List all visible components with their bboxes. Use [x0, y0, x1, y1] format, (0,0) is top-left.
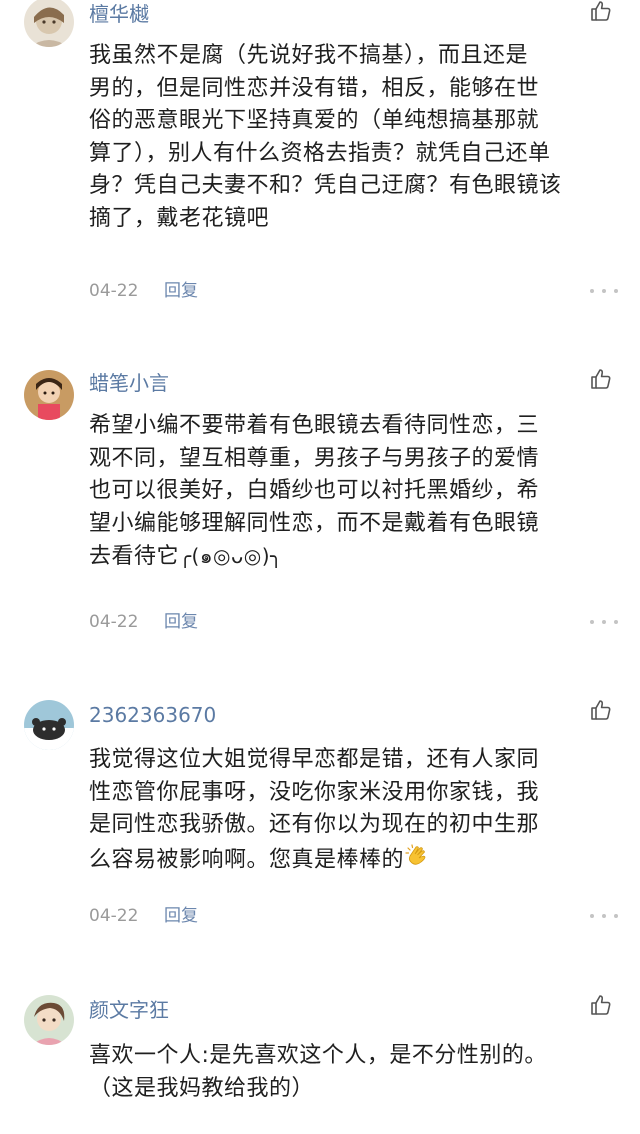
comment-text-line: 也可以很美好，白婚纱也可以衬托黑婚纱，希: [89, 478, 540, 503]
comment-item: 颜文字狂 喜欢一个人:是先喜欢这个人，是不分性别的。 （这是我妈教给我的）: [0, 985, 640, 1134]
comment-item: 蜡笔小言 希望小编不要带着有色眼镜去看待同性恋，三 观不同，望互相尊重，男孩子与…: [0, 360, 640, 660]
comment-text-line: 望小编能够理解同性恋，而不是戴着有色眼镜: [89, 510, 540, 536]
avatar[interactable]: [24, 995, 74, 1045]
username[interactable]: 颜文字狂: [89, 997, 169, 1023]
comment-text: 喜欢一个人:是先喜欢这个人，是不分性别的。 （这是我妈教给我的）: [89, 1040, 614, 1105]
reply-button[interactable]: 回复: [164, 905, 198, 927]
comment-text-line: （这是我妈教给我的）: [89, 1075, 315, 1101]
thumbs-up-icon: [589, 0, 613, 27]
comment-text-line: 么容易被影响啊。您真是棒棒的: [89, 842, 614, 879]
comment-text-segment: 去看待它: [89, 544, 180, 569]
comment-text: 我虽然不是腐（先说好我不搞基），而且还是 男的，但是同性恋并没有错，相反，能够在…: [89, 40, 614, 235]
more-icon[interactable]: [590, 909, 618, 923]
comment-list: 檀华樾 我虽然不是腐（先说好我不搞基），而且还是 男的，但是同性恋并没有错，相反…: [0, 0, 640, 1134]
comment-text-line: 算了），别人有什么资格去指责？就凭自己还单: [89, 140, 551, 166]
emoticon: ╭(๑◎ᴗ◎)╮: [179, 544, 283, 568]
comment-text-line: 性恋管你屁事呀，没吃你家米没用你家钱，我: [89, 779, 540, 805]
more-icon[interactable]: [590, 615, 618, 629]
username[interactable]: 蜡笔小言: [89, 370, 169, 396]
comment-text-line: 喜欢一个人:是先喜欢这个人，是不分性别的。: [89, 1043, 547, 1068]
comment-text-line: 摘了，戴老花镜吧: [89, 205, 270, 231]
comment-item: 2362363670 我觉得这位大姐觉得早恋都是错，还有人家同 性恋管你屁事呀，…: [0, 690, 640, 960]
comment-item: 檀华樾 我虽然不是腐（先说好我不搞基），而且还是 男的，但是同性恋并没有错，相反…: [0, 0, 640, 320]
comment-date: 04-22: [89, 906, 139, 926]
reply-button[interactable]: 回复: [164, 611, 198, 633]
comment-text-line: 去看待它╭(๑◎ᴗ◎)╮: [89, 540, 614, 574]
username[interactable]: 檀华樾: [89, 1, 149, 27]
clapping-hand-emoji: [404, 842, 430, 879]
comment-text-line: 我虽然不是腐（先说好我不搞基），而且还是: [89, 43, 529, 68]
username[interactable]: 2362363670: [89, 702, 216, 728]
thumbs-up-icon: [589, 367, 613, 395]
like-button[interactable]: [586, 0, 616, 28]
comment-text-line: 男的，但是同性恋并没有错，相反，能够在世: [89, 75, 540, 101]
comment-text-line: 观不同，望互相尊重，男孩子与男孩子的爱情: [89, 445, 540, 471]
comment-text-line: 身？凭自己夫妻不和？凭自己迂腐？有色眼镜该: [89, 173, 562, 198]
like-button[interactable]: [586, 366, 616, 396]
avatar[interactable]: [24, 0, 74, 47]
comment-date: 04-22: [89, 612, 139, 632]
comment-text-segment: 么容易被影响啊。您真是棒棒的: [89, 846, 405, 872]
comment-text: 希望小编不要带着有色眼镜去看待同性恋，三 观不同，望互相尊重，男孩子与男孩子的爱…: [89, 410, 614, 574]
comment-text-line: 希望小编不要带着有色眼镜去看待同性恋，三: [89, 413, 540, 438]
more-icon[interactable]: [590, 284, 618, 298]
like-button[interactable]: [586, 697, 616, 727]
comment-text-line: 俗的恶意眼光下坚持真爱的（单纯想搞基那就: [89, 108, 540, 133]
comment-date: 04-22: [89, 281, 139, 301]
thumbs-up-icon: [589, 698, 613, 726]
comment-text-line: 我觉得这位大姐觉得早恋都是错，还有人家同: [89, 747, 540, 772]
comment-text: 我觉得这位大姐觉得早恋都是错，还有人家同 性恋管你屁事呀，没吃你家米没用你家钱，…: [89, 744, 614, 878]
avatar[interactable]: [24, 370, 74, 420]
comment-text-line: 是同性恋我骄傲。还有你以为现在的初中生那: [89, 812, 540, 837]
avatar[interactable]: [24, 700, 74, 750]
like-button[interactable]: [586, 992, 616, 1022]
thumbs-up-icon: [589, 993, 613, 1021]
reply-button[interactable]: 回复: [164, 280, 198, 302]
